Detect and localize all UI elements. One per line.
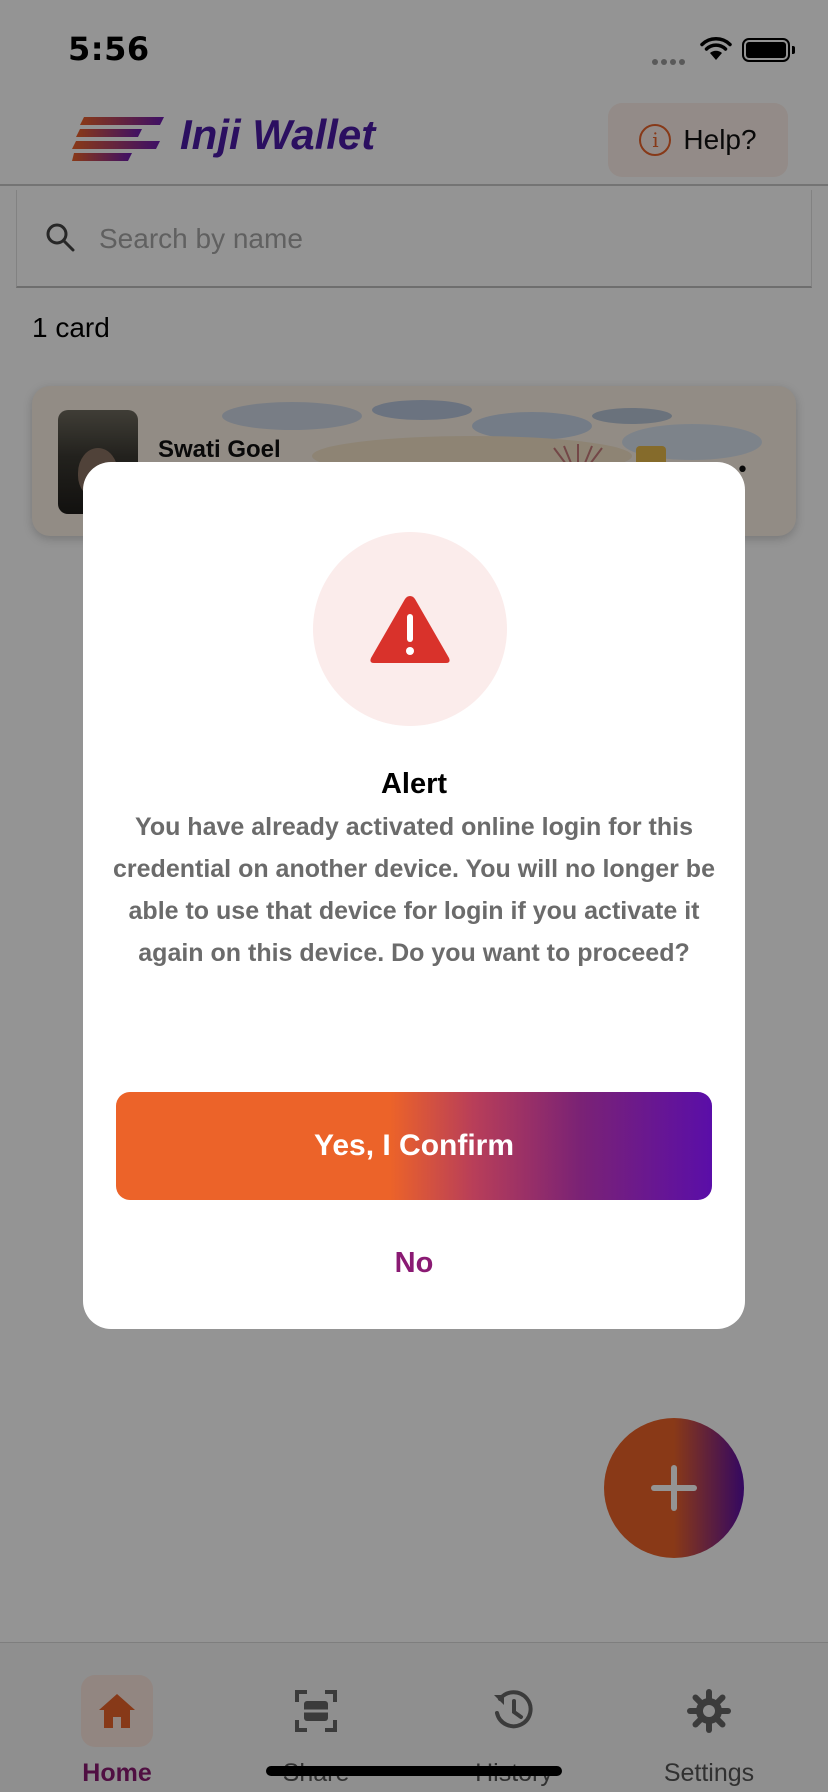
- dialog-title: Alert: [380, 768, 448, 800]
- home-indicator: [266, 1766, 562, 1776]
- cancel-button[interactable]: No: [314, 1228, 514, 1298]
- alert-icon-badge: [313, 532, 507, 726]
- confirm-button[interactable]: Yes, I Confirm: [116, 1092, 712, 1200]
- dialog-message: You have already activated online login …: [113, 813, 715, 967]
- alert-dialog: Alert You have already activated online …: [83, 462, 745, 1329]
- warning-icon: [370, 596, 450, 663]
